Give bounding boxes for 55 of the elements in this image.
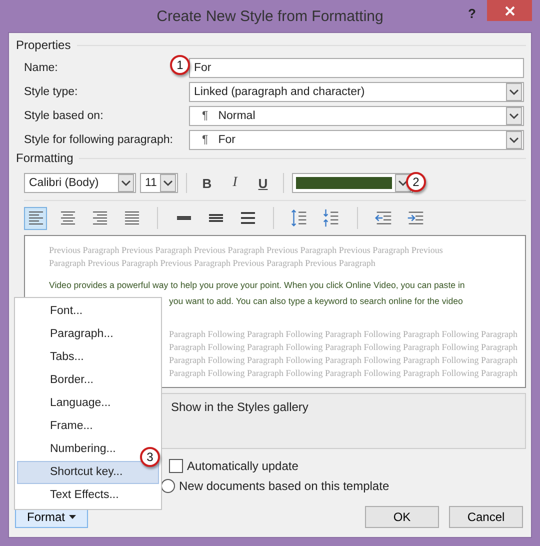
ok-button[interactable]: OK — [365, 506, 439, 528]
style-dropdown[interactable]: ¶ For — [189, 130, 524, 150]
name-field[interactable]: For — [189, 58, 524, 78]
style-dropdown[interactable]: ¶ Normal — [189, 106, 524, 126]
single-spacing-icon — [176, 216, 192, 220]
field-label: Style type: — [24, 86, 78, 98]
sample-text: Video provides a powerful way to help you prove your point. When you click Online Video, you can paste in — [49, 279, 465, 292]
field-label: Name: — [24, 62, 58, 74]
font-style-button[interactable]: B — [195, 172, 219, 194]
preview-text: Paragraph Following Paragraph Following Paragraph Following Paragraph Following Paragraph — [169, 354, 518, 367]
one-half-spacing-icon — [208, 214, 224, 222]
menu-item[interactable]: Border... — [17, 369, 102, 392]
preview-text: Previous Paragraph Previous Paragraph Previous Paragraph Previous Paragraph Previous Paragraph Previous — [49, 244, 443, 257]
sample-text: you want to add. You can also type a keyword to search online for the video — [169, 295, 463, 308]
menu-item[interactable]: Numbering... — [17, 438, 125, 461]
callout-badge: 1 — [170, 55, 190, 75]
menu-item[interactable]: Frame... — [17, 415, 102, 438]
description-text: Show in the Styles gallery — [171, 400, 308, 414]
radio-button[interactable] — [161, 479, 175, 493]
font-size-dropdown[interactable]: 11 — [140, 173, 178, 193]
field-label: Style based on: — [24, 110, 104, 122]
font-style-button[interactable]: U — [251, 172, 275, 194]
close-button[interactable] — [487, 0, 532, 21]
section-heading: Properties — [16, 38, 71, 52]
caret-icon — [69, 515, 76, 519]
preview-text: Paragraph Following Paragraph Following Paragraph Following Paragraph Following Paragraph — [169, 328, 518, 341]
font-dropdown[interactable]: Calibri (Body) — [24, 173, 136, 193]
preview-text: Paragraph Previous Paragraph Previous Paragraph Previous Paragraph Previous Paragraph — [49, 257, 376, 270]
option-label: New documents based on this template — [179, 479, 390, 493]
window-title: Create New Style from Formatting — [156, 8, 384, 24]
menu-item[interactable]: Shortcut key... — [17, 461, 159, 484]
preview-text: Paragraph Following Paragraph Following Paragraph Following Paragraph Following Paragraph — [169, 341, 518, 354]
section-heading: Formatting — [16, 151, 74, 165]
menu-item[interactable]: Font... — [17, 300, 92, 323]
menu-item[interactable]: Text Effects... — [17, 484, 128, 507]
menu-item[interactable]: Language... — [17, 392, 120, 415]
double-spacing-icon — [240, 212, 256, 224]
cancel-button[interactable]: Cancel — [449, 506, 523, 528]
preview-text: Paragraph Following Paragraph Following Paragraph Following Paragraph Following Paragraph — [169, 367, 518, 380]
menu-item[interactable]: Tabs... — [17, 346, 93, 369]
menu-item[interactable]: Paragraph... — [17, 323, 122, 346]
font-style-button[interactable]: I — [223, 172, 247, 194]
font-color-dropdown[interactable] — [292, 173, 413, 193]
checkbox[interactable] — [169, 459, 183, 473]
align-right-icon — [92, 211, 108, 225]
close-icon — [504, 4, 516, 16]
field-label: Style for following paragraph: — [24, 134, 173, 146]
align-left-icon — [28, 211, 44, 225]
style-dropdown[interactable]: Linked (paragraph and character) — [189, 82, 524, 102]
align-center-icon — [60, 211, 76, 225]
align-left-button[interactable] — [24, 206, 47, 230]
justify-icon — [124, 211, 140, 225]
callout-badge: 2 — [406, 172, 426, 192]
help-button[interactable]: ? — [464, 6, 480, 21]
option-label: Automatically update — [187, 459, 298, 473]
